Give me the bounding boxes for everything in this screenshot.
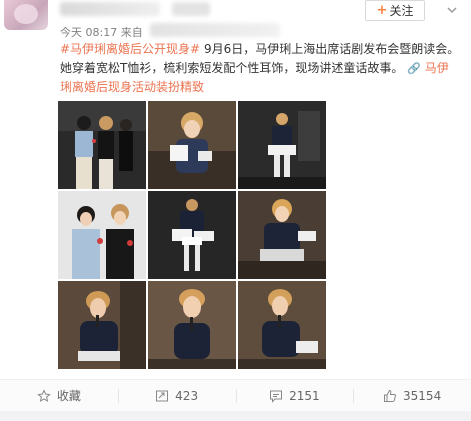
avatar[interactable]	[4, 0, 48, 30]
follow-button[interactable]: + 关注	[365, 0, 425, 21]
action-bar: 收藏 423 2151 35154	[0, 379, 471, 411]
repost-count: 423	[175, 388, 199, 403]
post-meta: 今天 08:17 来自	[60, 24, 143, 40]
photo-6[interactable]	[238, 191, 326, 279]
like-button[interactable]: 35154	[353, 380, 471, 411]
like-count: 35154	[403, 388, 442, 403]
follow-label: 关注	[389, 4, 414, 18]
photo-3[interactable]	[238, 101, 326, 189]
post-timestamp[interactable]: 今天 08:17	[60, 26, 117, 39]
photo-2[interactable]	[148, 101, 236, 189]
username-blurred[interactable]	[60, 2, 160, 16]
plus-icon: +	[376, 3, 388, 18]
photo-7[interactable]	[58, 281, 146, 369]
comment-count: 2151	[289, 388, 320, 403]
repost-button[interactable]: 423	[117, 380, 236, 411]
bottom-divider	[0, 411, 471, 421]
weibo-post-card: 今天 08:17 来自 + 关注 #马伊琍离婚后公开现身# 9月6日，马伊琍上海…	[0, 0, 471, 421]
post-source-prefix: 来自	[120, 26, 143, 39]
comment-icon	[270, 390, 283, 403]
post-text: #马伊琍离婚后公开现身# 9月6日，马伊琍上海出席话剧发布会暨朗读会。她穿着宽松…	[60, 40, 460, 97]
link-icon: 🔗	[407, 62, 421, 75]
photo-5[interactable]	[148, 191, 236, 279]
thumbs-up-icon	[384, 389, 397, 402]
photo-1[interactable]	[58, 101, 146, 189]
user-badge-blurred	[172, 2, 210, 16]
photo-8[interactable]	[148, 281, 236, 369]
photo-grid	[58, 101, 326, 369]
favorite-label: 收藏	[56, 389, 81, 403]
photo-9[interactable]	[238, 281, 326, 369]
repost-icon	[156, 390, 169, 401]
photo-4[interactable]	[58, 191, 146, 279]
star-icon	[37, 388, 51, 402]
favorite-button[interactable]: 收藏	[0, 380, 118, 411]
comment-button[interactable]: 2151	[235, 380, 354, 411]
post-source-blurred	[150, 23, 280, 37]
topic-tag-link[interactable]: #马伊琍离婚后公开现身#	[60, 42, 200, 56]
chevron-down-icon[interactable]	[445, 3, 459, 17]
